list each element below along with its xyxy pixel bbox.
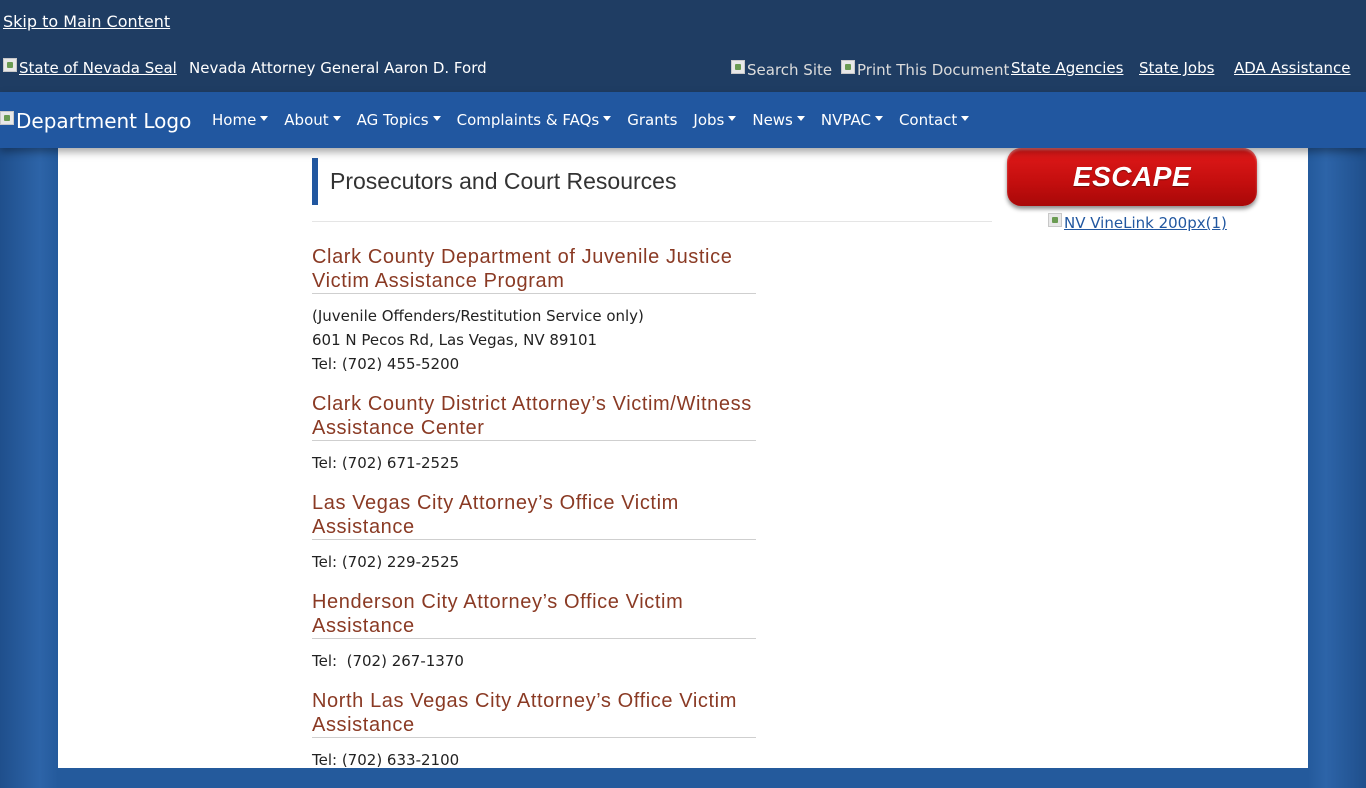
nav-item-complaints-faqs[interactable]: Complaints & FAQs (457, 111, 612, 129)
resource-detail-line: Tel: (702) 267-1370 (312, 652, 464, 670)
resource-detail-line: Tel: (702) 455-5200 (312, 355, 460, 373)
resource-title: Clark County District Attorney’s Victim/… (312, 392, 756, 441)
nav-item-home[interactable]: Home (212, 111, 269, 129)
nav-item-ag-topics[interactable]: AG Topics (357, 111, 441, 129)
broken-image-icon (1048, 213, 1062, 227)
resource-list: Clark County Department of Juvenile Just… (312, 245, 756, 788)
page-title-block: Prosecutors and Court Resources (312, 158, 676, 205)
resource-detail-line: Tel: (702) 229-2525 (312, 553, 460, 571)
search-site-button[interactable]: Search Site (731, 60, 833, 79)
caret-down-icon (260, 116, 269, 121)
state-agencies-link[interactable]: State Agencies (1011, 59, 1123, 77)
nav-item-contact[interactable]: Contact (898, 111, 970, 129)
nav-menu: Home About AG Topics Complaints & FAQs Grant… (212, 111, 985, 129)
caret-down-icon (874, 116, 883, 121)
resource-title: Clark County Department of Juvenile Just… (312, 245, 756, 294)
resource-detail-line: (Juvenile Offenders/Restitution Service … (312, 307, 644, 325)
caret-down-icon (961, 116, 970, 121)
main-content: Prosecutors and Court Resources Clark Co… (58, 148, 1308, 769)
caret-down-icon (796, 116, 805, 121)
utility-header: Skip to Main Content State of Nevada Sea… (0, 0, 1366, 92)
nav-item-label: Jobs (693, 111, 725, 129)
nav-item-label: Grants (627, 111, 678, 129)
vinelink-image-link[interactable]: NV VineLink 200px(1) (1048, 213, 1227, 232)
resource-entry: North Las Vegas City Attorney’s Office V… (312, 689, 756, 772)
vinelink-alt: NV VineLink 200px(1) (1064, 214, 1227, 232)
resource-entry: Clark County District Attorney’s Victim/… (312, 392, 756, 475)
resource-detail-line: Tel: (702) 633-2100 (312, 751, 460, 769)
nav-item-label: Home (212, 111, 257, 129)
nevada-seal-link[interactable]: State of Nevada Seal (3, 58, 177, 77)
resource-detail-line: 601 N Pecos Rd, Las Vegas, NV 89101 (312, 331, 598, 349)
nav-item-label: AG Topics (356, 111, 429, 129)
department-logo-alt: Department Logo (16, 109, 192, 133)
seal-alt-text: State of Nevada Seal (19, 59, 177, 77)
resource-title: Henderson City Attorney’s Office Victim … (312, 590, 756, 639)
print-document-alt: Print This Document (857, 61, 1010, 79)
title-divider (312, 221, 992, 222)
resource-entry: Las Vegas City Attorney’s Office Victim … (312, 491, 756, 574)
nav-item-label: Contact (898, 111, 958, 129)
ada-assistance-link[interactable]: ADA Assistance (1234, 59, 1351, 77)
nav-item-about[interactable]: About (284, 111, 341, 129)
resource-title: North Las Vegas City Attorney’s Office V… (312, 689, 756, 738)
broken-image-icon (3, 58, 17, 72)
department-logo-link[interactable]: Department Logo (0, 109, 191, 133)
skip-to-main-link[interactable]: Skip to Main Content (3, 12, 170, 31)
resource-detail-line: Tel: (702) 671-2525 (312, 454, 460, 472)
agency-name: Nevada Attorney General Aaron D. Ford (189, 59, 487, 77)
search-site-alt: Search Site (747, 61, 833, 79)
escape-button[interactable]: ESCAPE (1007, 148, 1257, 206)
nav-item-label: News (752, 111, 793, 129)
caret-down-icon (432, 116, 441, 121)
caret-down-icon (603, 116, 612, 121)
state-jobs-link[interactable]: State Jobs (1139, 59, 1214, 77)
nav-item-news[interactable]: News (752, 111, 805, 129)
caret-down-icon (332, 116, 341, 121)
resource-entry: Clark County Department of Juvenile Just… (312, 245, 756, 376)
caret-down-icon (728, 116, 737, 121)
nav-item-nvpac[interactable]: NVPAC (821, 111, 883, 129)
nav-item-jobs[interactable]: Jobs (693, 111, 737, 129)
main-navbar: Department Logo Home About AG Topics Compla… (0, 92, 1366, 148)
broken-image-icon (841, 60, 855, 74)
print-document-button[interactable]: Print This Document (841, 60, 1010, 79)
nav-item-grants[interactable]: Grants (627, 111, 677, 129)
nav-item-label: About (284, 111, 329, 129)
nav-item-label: Complaints & FAQs (456, 111, 600, 129)
broken-image-icon (0, 111, 14, 125)
resource-title: Las Vegas City Attorney’s Office Victim … (312, 491, 756, 540)
resource-entry: Henderson City Attorney’s Office Victim … (312, 590, 756, 673)
nav-item-label: NVPAC (820, 111, 871, 129)
broken-image-icon (731, 60, 745, 74)
page-title: Prosecutors and Court Resources (330, 168, 677, 194)
